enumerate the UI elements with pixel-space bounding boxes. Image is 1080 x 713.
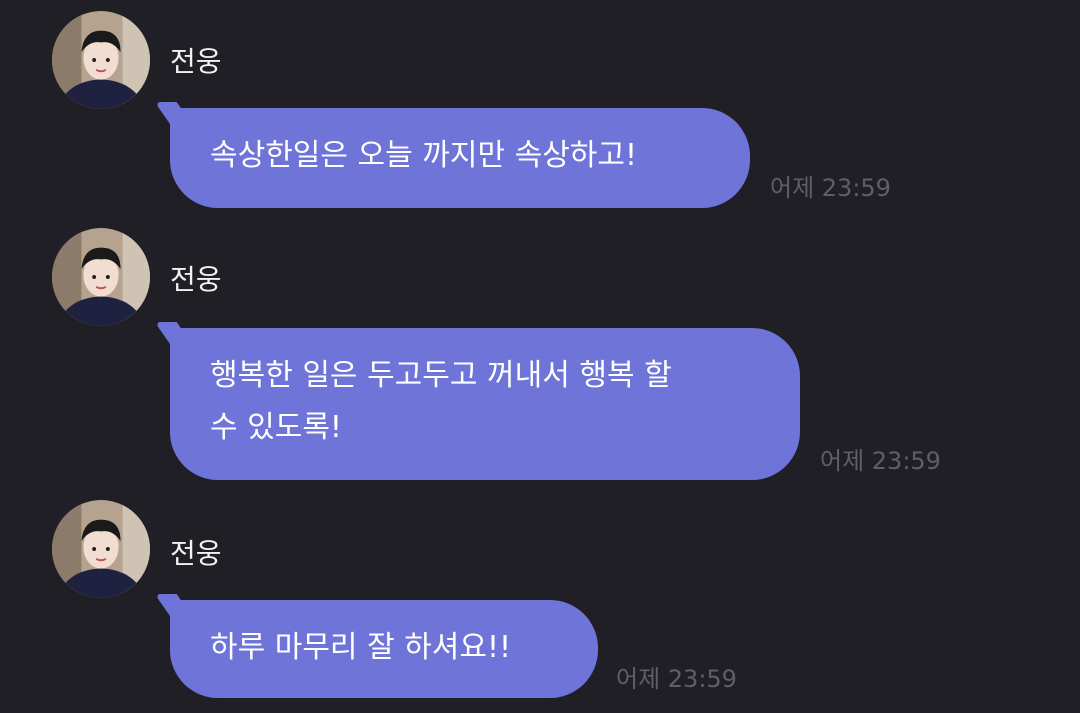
message-bubble[interactable]: 하루 마무리 잘 하셔요!! <box>170 600 598 698</box>
message-timestamp: 어제 23:59 <box>616 665 737 693</box>
message-text-line: 행복한 일은 두고두고 꺼내서 행복 할 <box>210 358 672 393</box>
message-timestamp: 어제 23:59 <box>770 174 891 202</box>
message-bubble[interactable]: 속상한일은 오늘 까지만 속상하고! <box>170 108 750 208</box>
message-timestamp: 어제 23:59 <box>820 447 941 475</box>
profile-photo <box>52 11 150 109</box>
profile-photo <box>52 500 150 598</box>
chat-area: 전웅 속상한일은 오늘 까지만 속상하고! 어제 23:59 전웅 행복한 일은… <box>0 0 1080 713</box>
avatar[interactable] <box>52 228 150 326</box>
message-text: 속상한일은 오늘 까지만 속상하고! <box>210 138 638 173</box>
sender-name: 전웅 <box>170 45 222 78</box>
avatar[interactable] <box>52 500 150 598</box>
message-text: 하루 마무리 잘 하셔요!! <box>210 630 512 665</box>
sender-name: 전웅 <box>170 537 222 570</box>
avatar[interactable] <box>52 11 150 109</box>
message-text-line: 수 있도록! <box>210 410 342 445</box>
sender-name: 전웅 <box>170 263 222 296</box>
message-bubble[interactable]: 행복한 일은 두고두고 꺼내서 행복 할 수 있도록! <box>170 328 800 480</box>
profile-photo <box>52 228 150 326</box>
